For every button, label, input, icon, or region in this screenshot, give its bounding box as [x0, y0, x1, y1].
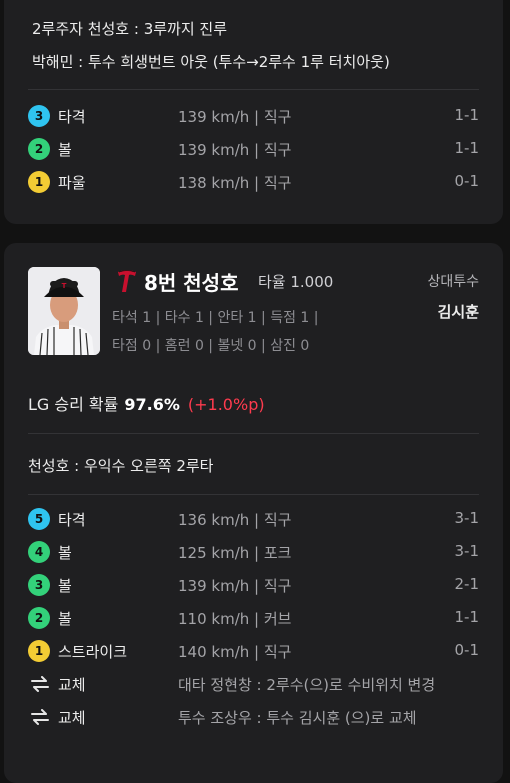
swap-icon [31, 676, 49, 692]
pitch-result: 타격 [58, 511, 86, 529]
substitution-text: 대타 정현창 : 2루수(으)로 수비위치 변경 [178, 676, 436, 694]
pitch-result: 볼 [58, 544, 72, 562]
divider [28, 494, 479, 495]
pitch-speed: 136 km/h | 직구 [178, 511, 292, 529]
pitch-row: 2 볼 139 km/h | 직구 1-1 [28, 137, 479, 161]
pitch-number-badge: 3 [28, 105, 50, 127]
event-text: 2루주자 천성호 : 3루까지 진루 [32, 20, 228, 38]
pitch-number-badge: 4 [28, 541, 50, 563]
win-probability-label: LG 승리 확률 [28, 395, 119, 414]
pitch-count: 3-1 [454, 542, 480, 560]
pitch-row: 4 볼 125 km/h | 포크 3-1 [28, 540, 479, 564]
play-result-text: 천성호 : 우익수 오른쪽 2루타 [28, 457, 214, 475]
pitch-count: 3-1 [454, 509, 480, 527]
twins-t-logo-icon [118, 270, 136, 292]
pitch-speed: 138 km/h | 직구 [178, 174, 292, 192]
event-text: 박해민 : 투수 희생번트 아웃 (투수→2루수 1루 터치아웃) [32, 53, 390, 71]
pitch-number-badge: 2 [28, 607, 50, 629]
swap-icon [31, 709, 49, 725]
pitch-result: 볼 [58, 610, 72, 628]
play-card-current: T 8번 천성호 타율 1.000 타석 1 | 타수 1 | 안타 1 | 득… [4, 243, 503, 783]
pitch-speed: 139 km/h | 직구 [178, 108, 292, 126]
pitch-row: 3 타격 139 km/h | 직구 1-1 [28, 104, 479, 128]
pitch-row: 3 볼 139 km/h | 직구 2-1 [28, 573, 479, 597]
opponent-pitcher-name[interactable]: 김시훈 [438, 301, 479, 322]
pitch-result: 스트라이크 [58, 643, 128, 661]
substitution-row: 교체 투수 조상우 : 투수 김시훈 (으)로 교체 [28, 705, 479, 729]
pitch-speed: 110 km/h | 커브 [178, 610, 292, 628]
batter-stats-line: 타점 0 | 홈런 0 | 볼넷 0 | 삼진 0 [112, 338, 310, 354]
pitch-speed: 125 km/h | 포크 [178, 544, 292, 562]
win-probability-delta: (+1.0%p) [187, 395, 265, 414]
pitch-row: 1 스트라이크 140 km/h | 직구 0-1 [28, 639, 479, 663]
pitch-count: 1-1 [454, 106, 480, 124]
pitch-number-badge: 1 [28, 171, 50, 193]
win-probability-value: 97.6% [124, 395, 180, 414]
pitch-result: 타격 [58, 108, 86, 126]
pitch-count: 0-1 [454, 172, 480, 190]
opponent-pitcher-label: 상대투수 [427, 274, 479, 290]
pitch-speed: 139 km/h | 직구 [178, 141, 292, 159]
play-card-previous: 2루주자 천성호 : 3루까지 진루 박해민 : 투수 희생번트 아웃 (투수→… [4, 0, 503, 224]
player-photo[interactable]: T [28, 267, 100, 355]
pitch-result: 볼 [58, 577, 72, 595]
substitution-label: 교체 [58, 676, 86, 694]
pitch-result: 파울 [58, 174, 86, 192]
batter-average: 타율 1.000 [258, 273, 334, 291]
pitch-number-badge: 1 [28, 640, 50, 662]
divider [28, 433, 479, 434]
pitch-row: 5 타격 136 km/h | 직구 3-1 [28, 507, 479, 531]
svg-text:T: T [62, 282, 67, 290]
divider [28, 89, 479, 90]
pitch-number-badge: 2 [28, 138, 50, 160]
batter-stats-line: 타석 1 | 타수 1 | 안타 1 | 득점 1 | [112, 310, 319, 326]
pitch-number-badge: 3 [28, 574, 50, 596]
pitch-count: 0-1 [454, 641, 480, 659]
pitch-count: 2-1 [454, 575, 480, 593]
pitch-row: 1 파울 138 km/h | 직구 0-1 [28, 170, 479, 194]
pitch-speed: 140 km/h | 직구 [178, 643, 292, 661]
pitch-number-badge: 5 [28, 508, 50, 530]
substitution-text: 투수 조상우 : 투수 김시훈 (으)로 교체 [178, 709, 417, 727]
batter-name[interactable]: 8번 천성호 [144, 267, 238, 296]
pitch-speed: 139 km/h | 직구 [178, 577, 292, 595]
pitch-count: 1-1 [454, 608, 480, 626]
substitution-label: 교체 [58, 709, 86, 727]
pitch-result: 볼 [58, 141, 72, 159]
pitch-row: 2 볼 110 km/h | 커브 1-1 [28, 606, 479, 630]
win-probability: LG 승리 확률 97.6% (+1.0%p) [28, 391, 265, 415]
pitch-count: 1-1 [454, 139, 480, 157]
substitution-row: 교체 대타 정현창 : 2루수(으)로 수비위치 변경 [28, 672, 479, 696]
